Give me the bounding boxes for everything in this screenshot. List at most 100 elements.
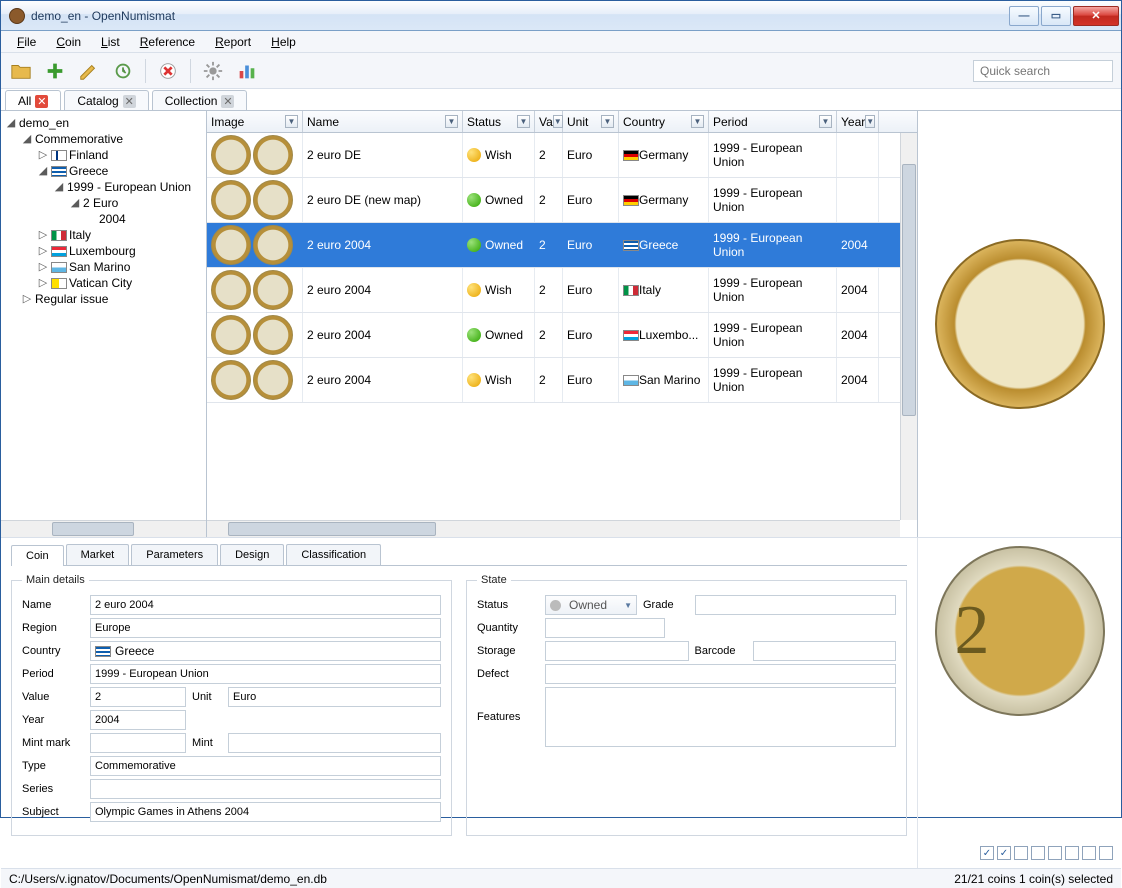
image-checkbox[interactable]: ✓: [980, 846, 994, 860]
tree-node[interactable]: ▷ Finland: [1, 147, 206, 163]
image-checkbox[interactable]: ✓: [997, 846, 1011, 860]
tree-node[interactable]: ▷ San Marino: [1, 259, 206, 275]
tree-hscrollbar[interactable]: [1, 520, 206, 537]
filter-icon[interactable]: ▼: [445, 115, 458, 128]
tab-collection[interactable]: Collection ✕: [152, 90, 248, 110]
close-icon[interactable]: ✕: [123, 95, 136, 108]
year-field[interactable]: 2004: [90, 710, 186, 730]
column-value[interactable]: Va▼: [535, 111, 563, 132]
filter-icon[interactable]: ▼: [865, 115, 875, 128]
name-field[interactable]: 2 euro 2004: [90, 595, 441, 615]
detail-tab-classification[interactable]: Classification: [286, 544, 381, 565]
detail-tab-coin[interactable]: Coin: [11, 545, 64, 566]
tree-node[interactable]: ▷ Italy: [1, 227, 206, 243]
column-unit[interactable]: Unit▼: [563, 111, 619, 132]
cell-name: 2 euro 2004: [303, 358, 463, 402]
flag-icon: [95, 646, 111, 657]
table-row[interactable]: 2 euro 2004Wish2Euro Italy1999 - Europea…: [207, 268, 917, 313]
table-row[interactable]: 2 euro DE (new map)Owned2Euro Germany199…: [207, 178, 917, 223]
tree-node[interactable]: ◢1999 - European Union: [1, 179, 206, 195]
image-checkbox[interactable]: [1099, 846, 1113, 860]
region-field[interactable]: Europe: [90, 618, 441, 638]
main-details-legend: Main details: [22, 574, 89, 586]
image-checkbox[interactable]: [1014, 846, 1028, 860]
view-button[interactable]: [111, 59, 135, 83]
close-button[interactable]: ✕: [1073, 6, 1119, 26]
tree-node[interactable]: 2004: [1, 211, 206, 227]
grade-field[interactable]: [695, 595, 896, 615]
statusbar-path: C:/Users/v.ignatov/Documents/OpenNumisma…: [9, 872, 327, 886]
filter-icon[interactable]: ▼: [285, 115, 298, 128]
storage-field[interactable]: [545, 641, 689, 661]
detail-tab-design[interactable]: Design: [220, 544, 284, 565]
image-checkbox[interactable]: [1048, 846, 1062, 860]
filter-icon[interactable]: ▼: [601, 115, 614, 128]
image-checkbox[interactable]: [1082, 846, 1096, 860]
table-row[interactable]: 2 euro 2004Owned2Euro Luxembo...1999 - E…: [207, 313, 917, 358]
barcode-field[interactable]: [753, 641, 897, 661]
defect-field[interactable]: [545, 664, 896, 684]
cell-country: Luxembo...: [619, 313, 709, 357]
tree-node[interactable]: ◢2 Euro: [1, 195, 206, 211]
grid-hscrollbar[interactable]: [207, 520, 900, 537]
column-period[interactable]: Period▼: [709, 111, 837, 132]
period-field[interactable]: 1999 - European Union: [90, 664, 441, 684]
column-year[interactable]: Year▼: [837, 111, 879, 132]
column-country[interactable]: Country▼: [619, 111, 709, 132]
menu-report[interactable]: Report: [207, 33, 259, 51]
column-name[interactable]: Name▼: [303, 111, 463, 132]
filter-icon[interactable]: ▼: [819, 115, 832, 128]
country-field[interactable]: Greece: [90, 641, 441, 661]
table-row[interactable]: 2 euro 2004Owned2Euro Greece1999 - Europ…: [207, 223, 917, 268]
menu-help[interactable]: Help: [263, 33, 304, 51]
delete-button[interactable]: [156, 59, 180, 83]
table-row[interactable]: 2 euro 2004Wish2Euro San Marino1999 - Eu…: [207, 358, 917, 403]
tree-node[interactable]: ▷Regular issue: [1, 291, 206, 307]
image-checkbox[interactable]: [1031, 846, 1045, 860]
settings-button[interactable]: [201, 59, 225, 83]
features-field[interactable]: [545, 687, 896, 747]
table-row[interactable]: 2 euro DEWish2Euro Germany1999 - Europea…: [207, 133, 917, 178]
close-icon[interactable]: ✕: [221, 95, 234, 108]
grid-vscrollbar[interactable]: [900, 133, 917, 520]
mintmark-field[interactable]: [90, 733, 186, 753]
column-image[interactable]: Image▼: [207, 111, 303, 132]
tab-all[interactable]: All ✕: [5, 90, 61, 110]
detail-tab-market[interactable]: Market: [66, 544, 130, 565]
tree-root[interactable]: ◢demo_en: [1, 115, 206, 131]
menu-list[interactable]: List: [93, 33, 128, 51]
minimize-button[interactable]: —: [1009, 6, 1039, 26]
quantity-field[interactable]: [545, 618, 665, 638]
tree-node[interactable]: ◢ Greece: [1, 163, 206, 179]
status-select[interactable]: Owned▼: [545, 595, 637, 615]
image-checkbox[interactable]: [1065, 846, 1079, 860]
subject-field[interactable]: Olympic Games in Athens 2004: [90, 802, 441, 822]
tree-node[interactable]: ▷ Vatican City: [1, 275, 206, 291]
search-input[interactable]: [973, 60, 1113, 82]
cell-period: 1999 - European Union: [709, 268, 837, 312]
edit-button[interactable]: [77, 59, 101, 83]
filter-icon[interactable]: ▼: [517, 115, 530, 128]
filter-icon[interactable]: ▼: [553, 115, 563, 128]
menu-file[interactable]: File: [9, 33, 44, 51]
close-icon[interactable]: ✕: [35, 95, 48, 108]
type-field[interactable]: Commemorative: [90, 756, 441, 776]
value-field[interactable]: 2: [90, 687, 186, 707]
tree-node[interactable]: ▷ Luxembourg: [1, 243, 206, 259]
filter-icon[interactable]: ▼: [691, 115, 704, 128]
menu-coin[interactable]: Coin: [48, 33, 89, 51]
column-status[interactable]: Status▼: [463, 111, 535, 132]
maximize-button[interactable]: ▭: [1041, 6, 1071, 26]
mint-field[interactable]: [228, 733, 441, 753]
series-field[interactable]: [90, 779, 441, 799]
detail-tab-parameters[interactable]: Parameters: [131, 544, 218, 565]
open-button[interactable]: [9, 59, 33, 83]
cell-status: Wish: [463, 268, 535, 312]
menu-reference[interactable]: Reference: [132, 33, 203, 51]
tree-node[interactable]: ◢Commemorative: [1, 131, 206, 147]
stats-button[interactable]: [235, 59, 259, 83]
tab-catalog[interactable]: Catalog ✕: [64, 90, 148, 110]
unit-field[interactable]: Euro: [228, 687, 441, 707]
menubar: FileCoinListReferenceReportHelp: [1, 31, 1121, 53]
add-button[interactable]: [43, 59, 67, 83]
